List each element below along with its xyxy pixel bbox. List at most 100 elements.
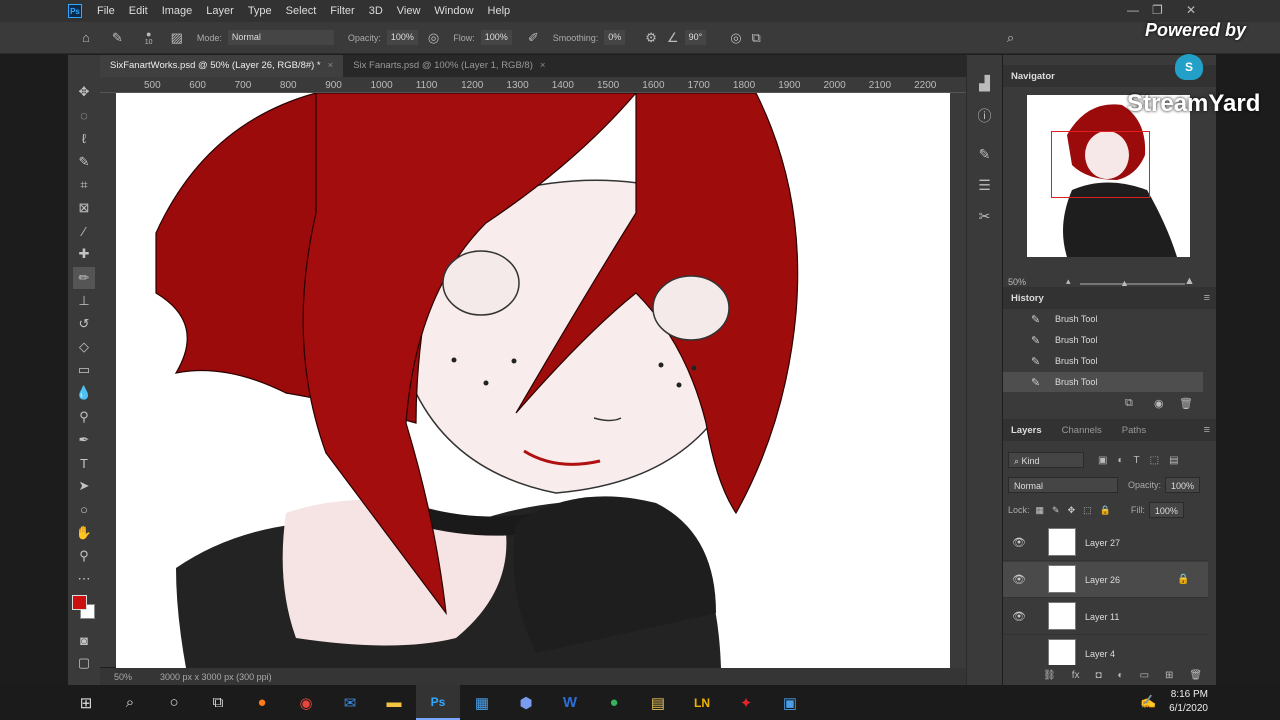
- link-layers-icon[interactable]: ⛓: [1043, 670, 1056, 681]
- frame-tool-icon[interactable]: ⊠: [73, 197, 95, 219]
- canvas-artwork[interactable]: [116, 93, 950, 668]
- pen-tool-icon[interactable]: ✒: [73, 429, 95, 451]
- mode-select[interactable]: Normal: [227, 30, 334, 45]
- close-icon[interactable]: ✕: [1186, 3, 1196, 17]
- visibility-eye-icon[interactable]: 👁: [1012, 573, 1026, 586]
- navigator-thumbnail[interactable]: [1027, 95, 1190, 257]
- fill-field[interactable]: 100%: [1148, 502, 1184, 518]
- lock-artboard-icon[interactable]: ⬚: [1083, 505, 1092, 516]
- gear-icon[interactable]: ⚙: [645, 30, 657, 46]
- firefox-icon[interactable]: ●: [240, 685, 284, 720]
- tab-paths[interactable]: Paths: [1122, 425, 1146, 436]
- photoshop-taskbar-icon[interactable]: Ps: [416, 685, 460, 720]
- opacity-field[interactable]: 100%: [386, 30, 418, 45]
- menu-filter[interactable]: Filter: [323, 5, 361, 17]
- filter-adjustment-icon[interactable]: ◐: [1117, 455, 1123, 466]
- folder-app-icon[interactable]: ▤: [636, 685, 680, 720]
- healing-brush-tool-icon[interactable]: ✚: [73, 243, 95, 265]
- dodge-tool-icon[interactable]: ⚲: [73, 406, 95, 428]
- lock-image-icon[interactable]: ✎: [1052, 505, 1060, 516]
- taskbar-clock[interactable]: 8:16 PM 6/1/2020: [1169, 688, 1208, 716]
- menu-image[interactable]: Image: [155, 5, 200, 17]
- quick-select-tool-icon[interactable]: ✎: [73, 151, 95, 173]
- pen-input-icon[interactable]: ✍: [1140, 694, 1156, 710]
- navigator-zoom-value[interactable]: 50%: [1008, 277, 1026, 287]
- filter-type-icon[interactable]: T: [1134, 455, 1140, 466]
- history-item[interactable]: ✎ Brush Tool: [1003, 351, 1203, 371]
- brush-panel-icon[interactable]: ✎: [979, 146, 991, 163]
- filter-shape-icon[interactable]: ⬚: [1150, 455, 1159, 466]
- ln-app-icon[interactable]: LN: [680, 685, 724, 720]
- new-group-icon[interactable]: ▭: [1140, 670, 1149, 681]
- tab-layers[interactable]: Layers: [1011, 425, 1042, 436]
- brush-preset-picker[interactable]: ● 10: [145, 29, 153, 46]
- search-icon[interactable]: ⌕: [1007, 30, 1014, 46]
- pressure-opacity-icon[interactable]: ◎: [428, 30, 439, 46]
- add-mask-icon[interactable]: ◘: [1095, 670, 1101, 681]
- move-tool-icon[interactable]: ✥: [73, 81, 95, 103]
- zoom-tool-icon[interactable]: ⚲: [73, 545, 95, 567]
- angle-field[interactable]: 90°: [684, 30, 707, 45]
- acrobat-icon[interactable]: ✦: [724, 685, 768, 720]
- visibility-eye-icon[interactable]: 👁: [1012, 536, 1026, 549]
- photoshop-logo-icon[interactable]: Ps: [68, 4, 82, 18]
- hand-tool-icon[interactable]: ✋: [73, 522, 95, 544]
- camera-icon[interactable]: ◉: [1154, 397, 1164, 410]
- symmetry-icon[interactable]: ⧉: [752, 30, 761, 46]
- outlook-icon[interactable]: ✉: [328, 685, 372, 720]
- marquee-tool-icon[interactable]: ◌: [73, 104, 95, 126]
- visibility-eye-icon[interactable]: 👁: [1012, 610, 1026, 623]
- crop-tool-icon[interactable]: ⌗: [73, 174, 95, 196]
- layers-menu-icon[interactable]: ≡: [1204, 424, 1210, 436]
- type-tool-icon[interactable]: T: [73, 452, 95, 474]
- messenger-icon[interactable]: ●: [592, 685, 636, 720]
- maximize-icon[interactable]: ❐: [1152, 3, 1163, 17]
- history-title[interactable]: History: [1011, 293, 1044, 304]
- menu-type[interactable]: Type: [241, 5, 279, 17]
- history-item-selected[interactable]: ✎ Brush Tool: [1003, 372, 1203, 392]
- delete-layer-icon[interactable]: 🗑: [1189, 670, 1202, 681]
- adjustment-layer-icon[interactable]: ◐: [1118, 670, 1124, 681]
- histogram-icon[interactable]: ▟: [979, 75, 990, 92]
- search-icon[interactable]: ⌕: [108, 685, 152, 720]
- color-swatches[interactable]: [72, 595, 96, 621]
- lock-all-icon[interactable]: 🔒: [1100, 505, 1111, 516]
- layer-row[interactable]: Layer 4: [1003, 636, 1208, 665]
- history-item[interactable]: ✎ Brush Tool: [1003, 309, 1203, 329]
- photos-icon[interactable]: ▣: [768, 685, 812, 720]
- menu-view[interactable]: View: [390, 5, 428, 17]
- chrome-icon[interactable]: ◉: [284, 685, 328, 720]
- menu-file[interactable]: File: [90, 5, 122, 17]
- menu-edit[interactable]: Edit: [122, 5, 155, 17]
- close-tab-icon[interactable]: ×: [328, 60, 334, 71]
- blur-tool-icon[interactable]: 💧: [73, 382, 95, 404]
- foreground-color-swatch[interactable]: [72, 595, 87, 611]
- brush-tool-active-icon[interactable]: ✏: [73, 266, 95, 289]
- new-layer-icon[interactable]: ⊞: [1165, 670, 1173, 681]
- history-item[interactable]: ✎ Brush Tool: [1003, 330, 1203, 350]
- layer-row[interactable]: 👁 Layer 27: [1003, 525, 1208, 561]
- menu-window[interactable]: Window: [427, 5, 480, 17]
- home-icon[interactable]: ⌂: [82, 30, 90, 45]
- layer-row-selected[interactable]: 👁 Layer 26 🔒: [1003, 562, 1208, 598]
- menu-help[interactable]: Help: [481, 5, 518, 17]
- smoothing-field[interactable]: 0%: [604, 30, 626, 45]
- zoom-out-icon[interactable]: ▴: [1066, 276, 1071, 287]
- eyedropper-tool-icon[interactable]: ⁄: [73, 220, 95, 242]
- store-icon[interactable]: ▦: [460, 685, 504, 720]
- navigator-view-rect[interactable]: [1051, 131, 1150, 198]
- zoom-in-icon[interactable]: ▲: [1184, 275, 1195, 287]
- flow-field[interactable]: 100%: [480, 30, 512, 45]
- zoom-slider-track[interactable]: [1080, 283, 1185, 285]
- brush-settings-icon[interactable]: ▨: [171, 30, 183, 46]
- blend-mode-select[interactable]: Normal: [1008, 477, 1118, 493]
- pressure-size-icon[interactable]: ◎: [730, 30, 741, 46]
- history-brush-tool-icon[interactable]: ↺: [73, 313, 95, 335]
- layer-opacity-field[interactable]: 100%: [1165, 477, 1201, 493]
- info-icon[interactable]: ⓘ: [978, 106, 992, 126]
- navigator-title[interactable]: Navigator: [1011, 71, 1055, 82]
- lasso-tool-icon[interactable]: ℓ: [73, 127, 95, 149]
- lock-transparent-icon[interactable]: ▦: [1036, 505, 1045, 516]
- gradient-tool-icon[interactable]: ▭: [73, 359, 95, 381]
- ellipse-tool-icon[interactable]: ○: [73, 498, 95, 520]
